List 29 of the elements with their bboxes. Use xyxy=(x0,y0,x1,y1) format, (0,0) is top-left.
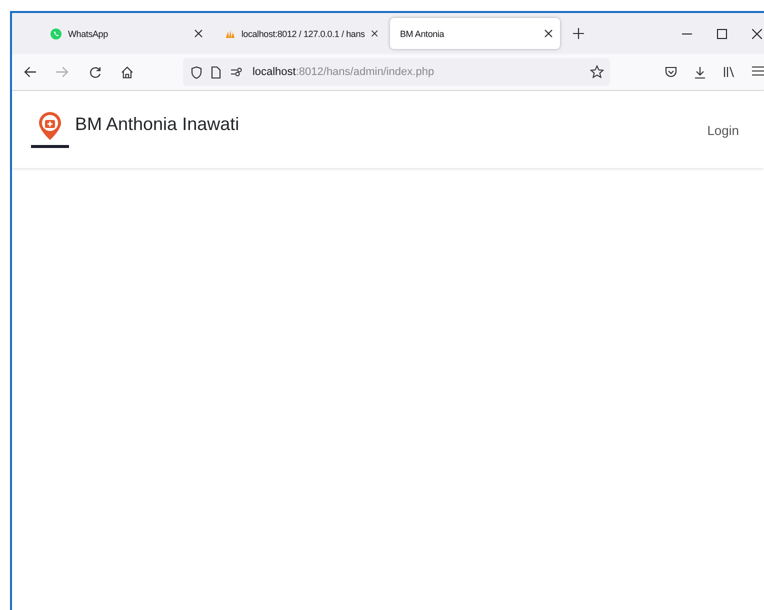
tab-title: BM Antonia xyxy=(400,28,446,38)
home-icon[interactable] xyxy=(121,66,134,78)
tab-title: WhatsApp xyxy=(68,28,109,38)
tab-title: localhost:8012 / 127.0.0.1 / hans xyxy=(241,28,365,38)
new-tab-icon[interactable] xyxy=(573,28,584,39)
shield-icon xyxy=(191,66,202,78)
maximize-icon[interactable] xyxy=(717,28,727,38)
chat-bubble-icon xyxy=(50,28,62,40)
close-icon[interactable] xyxy=(544,29,553,38)
page-icon xyxy=(211,66,222,78)
close-icon[interactable] xyxy=(194,29,203,38)
menu-icon[interactable] xyxy=(752,66,764,76)
close-icon[interactable] xyxy=(370,29,378,38)
close-icon[interactable] xyxy=(752,28,762,38)
browser-tab[interactable]: localhost:8012 / 127.0.0.1 / hans xyxy=(215,18,385,49)
back-arrow-icon[interactable] xyxy=(24,66,36,78)
location-pin-logo-icon xyxy=(30,110,70,150)
reload-icon[interactable] xyxy=(88,66,102,78)
star-icon[interactable] xyxy=(590,65,604,79)
library-icon[interactable] xyxy=(723,66,735,78)
browser-tab[interactable]: WhatsApp xyxy=(40,18,210,49)
url-text: localhost:8012/hans/admin/index.php xyxy=(252,66,436,78)
address-bar[interactable]: localhost:8012/hans/admin/index.php xyxy=(183,58,610,86)
login-link[interactable]: Login xyxy=(707,123,739,138)
permissions-icon xyxy=(230,67,244,77)
brand-name[interactable]: BM Anthonia Inawati xyxy=(75,114,240,135)
pocket-icon[interactable] xyxy=(665,66,677,78)
download-icon[interactable] xyxy=(694,66,706,78)
browser-tab[interactable]: BM Antonia xyxy=(390,18,560,49)
